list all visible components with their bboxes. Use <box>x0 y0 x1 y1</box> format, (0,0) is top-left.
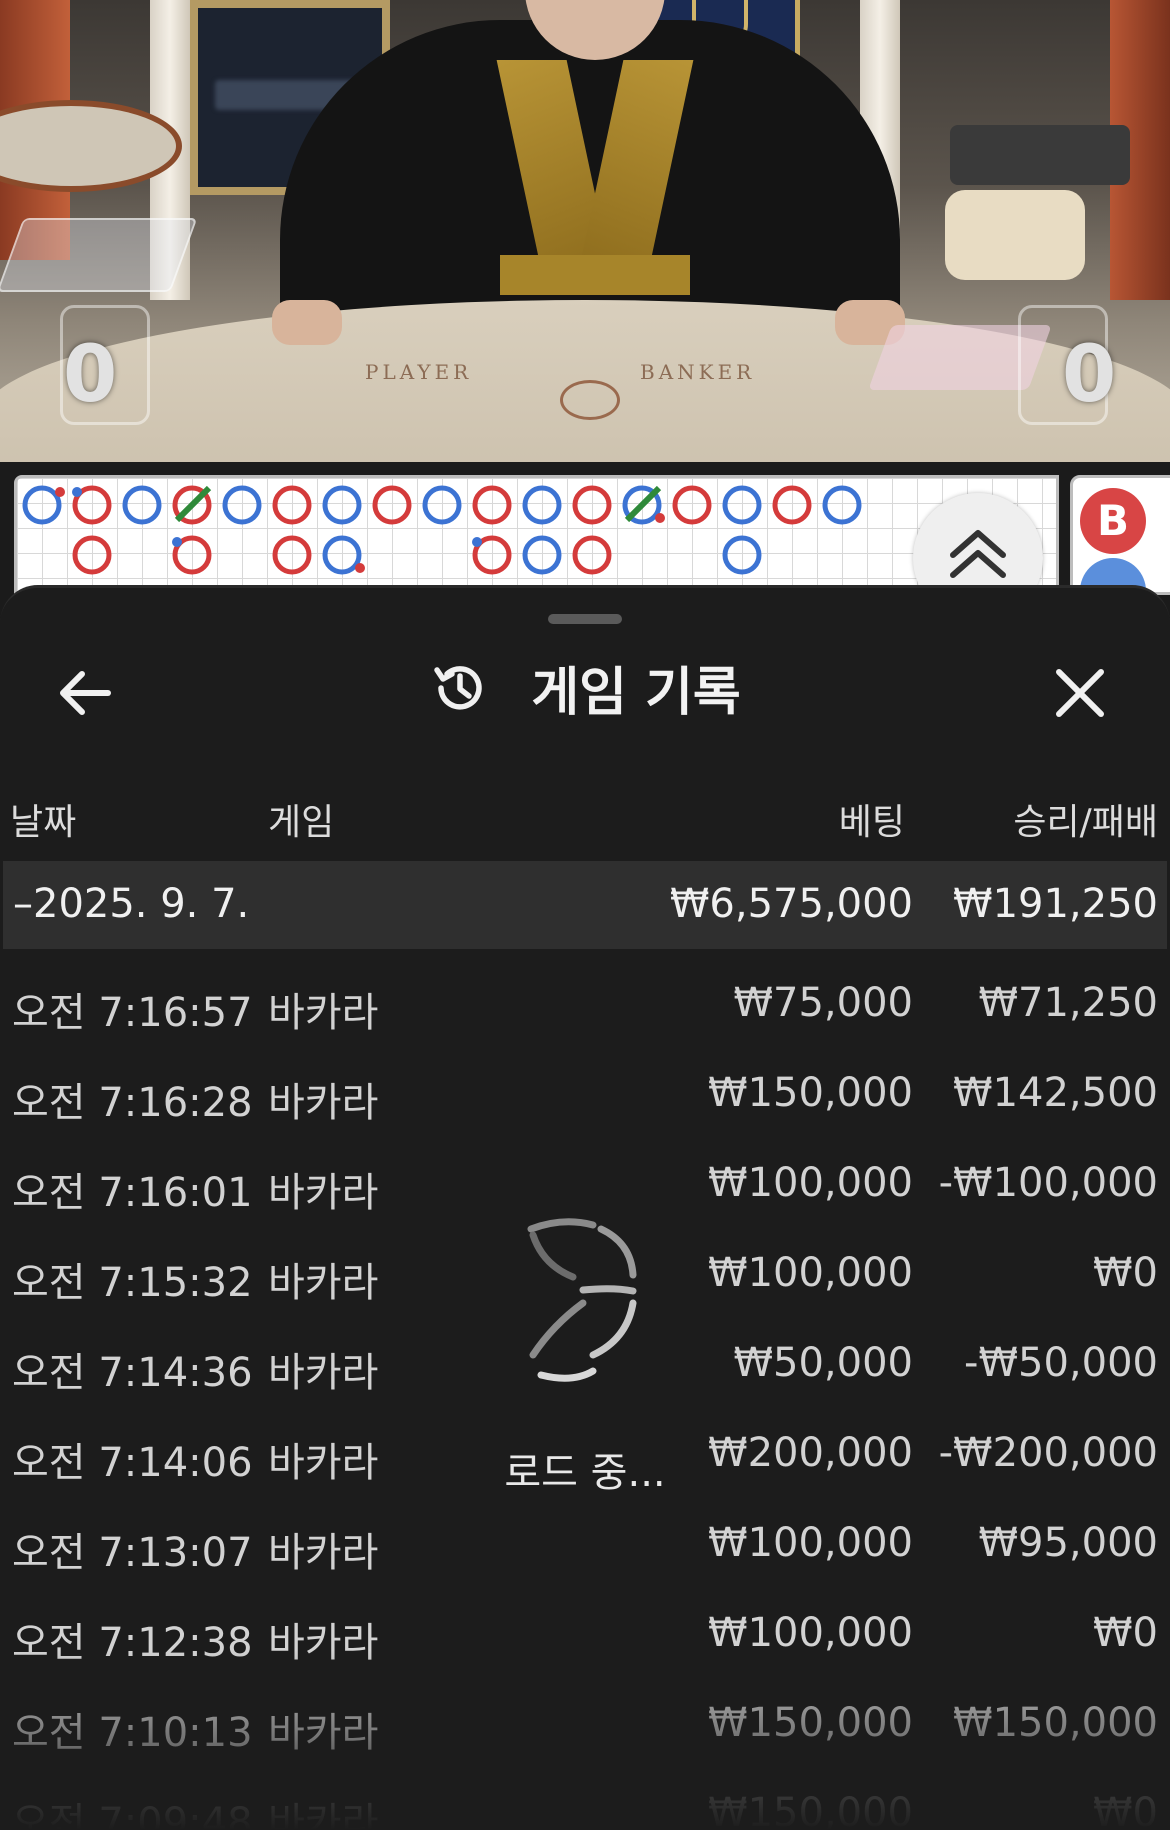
row-result: -₩100,000 <box>938 1160 1158 1206</box>
row-time: 오전 7:15:32 <box>12 1260 253 1306</box>
row-time: 오전 7:16:01 <box>12 1170 253 1216</box>
row-result: ₩71,250 <box>978 980 1158 1026</box>
sheet-title: 게임 기록 <box>531 663 741 723</box>
player-area-label: PLAYER <box>365 360 473 384</box>
row-time: 오전 7:10:13 <box>12 1710 253 1756</box>
row-game: 바카라 <box>268 1170 379 1216</box>
sheet-drag-handle[interactable] <box>548 614 622 624</box>
loading-spinner-icon <box>527 1218 637 1382</box>
row-game: 바카라 <box>268 1260 379 1306</box>
close-button[interactable] <box>1045 658 1115 728</box>
row-game: 바카라 <box>268 1080 379 1126</box>
column-header-game[interactable]: 게임 <box>268 793 334 845</box>
row-time: 오전 7:09:48 <box>12 1800 253 1830</box>
row-bet: ₩100,000 <box>708 1160 913 1206</box>
row-game: 바카라 <box>268 1440 379 1486</box>
row-time: 오전 7:14:06 <box>12 1440 253 1486</box>
row-game: 바카라 <box>268 990 379 1036</box>
table-row[interactable]: 오전 7:10:13 바카라 ₩150,000 ₩150,000 <box>0 1700 1170 1790</box>
game-history-sheet: 게임 기록 날짜 게임 베팅 승리/패배 –2025. 9. 7. ₩6,575… <box>0 585 1170 1830</box>
row-time: 오전 7:16:28 <box>12 1080 253 1126</box>
column-header-date[interactable]: 날짜 <box>10 793 76 845</box>
side-table <box>950 125 1130 185</box>
card-shoe <box>0 218 198 292</box>
player-score: 0 <box>63 330 118 420</box>
banker-area-label: BANKER <box>640 360 756 384</box>
group-total-bet: ₩6,575,000 <box>669 881 913 927</box>
row-time: 오전 7:12:38 <box>12 1620 253 1666</box>
row-game: 바카라 <box>268 1350 379 1396</box>
sheet-header: 게임 기록 <box>0 650 1170 725</box>
row-bet: ₩100,000 <box>708 1610 913 1656</box>
row-result: ₩150,000 <box>953 1700 1158 1746</box>
banker-score: 0 <box>1062 330 1117 420</box>
row-result: ₩142,500 <box>953 1070 1158 1116</box>
row-game: 바카라 <box>268 1800 379 1830</box>
history-clock-icon <box>434 665 482 710</box>
date-group-summary[interactable]: –2025. 9. 7. ₩6,575,000 ₩191,250 <box>3 861 1167 949</box>
dealer-sash <box>500 255 690 295</box>
group-date: –2025. 9. 7. <box>13 881 250 927</box>
column-header-result[interactable]: 승리/패배 <box>940 793 1158 845</box>
row-game: 바카라 <box>268 1620 379 1666</box>
row-bet: ₩75,000 <box>733 980 913 1026</box>
live-video-feed: PLAYER BANKER 0 0 <box>0 0 1170 462</box>
row-time: 오전 7:13:07 <box>12 1530 253 1576</box>
row-result: ₩95,000 <box>978 1520 1158 1566</box>
table-row[interactable]: 오전 7:16:57 바카라 ₩75,000 ₩71,250 <box>0 980 1170 1070</box>
loading-text: 로드 중... <box>504 1450 666 1496</box>
row-bet: ₩150,000 <box>708 1700 913 1746</box>
dealer-hand <box>272 300 342 345</box>
double-chevron-up-icon <box>950 530 1006 578</box>
close-x-icon <box>1056 669 1104 717</box>
big-road-marks <box>22 485 862 575</box>
row-bet: ₩100,000 <box>708 1520 913 1566</box>
row-game: 바카라 <box>268 1710 379 1756</box>
row-time: 오전 7:16:57 <box>12 990 253 1036</box>
stool <box>945 190 1085 280</box>
column-header-bet[interactable]: 베팅 <box>700 793 905 845</box>
row-result: ₩0 <box>1093 1610 1158 1656</box>
banker-bead-badge: B <box>1080 488 1146 554</box>
row-bet: ₩150,000 <box>708 1790 913 1830</box>
row-time: 오전 7:14:36 <box>12 1350 253 1396</box>
row-game: 바카라 <box>268 1530 379 1576</box>
table-row[interactable]: 오전 7:12:38 바카라 ₩100,000 ₩0 <box>0 1610 1170 1700</box>
group-total-result: ₩191,250 <box>953 881 1158 927</box>
row-result: -₩200,000 <box>938 1430 1158 1476</box>
row-bet: ₩150,000 <box>708 1070 913 1116</box>
row-result: ₩0 <box>1093 1250 1158 1296</box>
road-map[interactable] <box>14 475 1059 595</box>
row-result: -₩50,000 <box>964 1340 1158 1386</box>
row-result: ₩0 <box>1093 1790 1158 1830</box>
table-row[interactable]: 오전 7:16:28 바카라 ₩150,000 ₩142,500 <box>0 1070 1170 1160</box>
table-crest <box>560 380 620 420</box>
table-row[interactable]: 오전 7:13:07 바카라 ₩100,000 ₩95,000 <box>0 1520 1170 1610</box>
table-row[interactable]: 오전 7:09:48 바카라 ₩150,000 ₩0 <box>0 1790 1170 1830</box>
